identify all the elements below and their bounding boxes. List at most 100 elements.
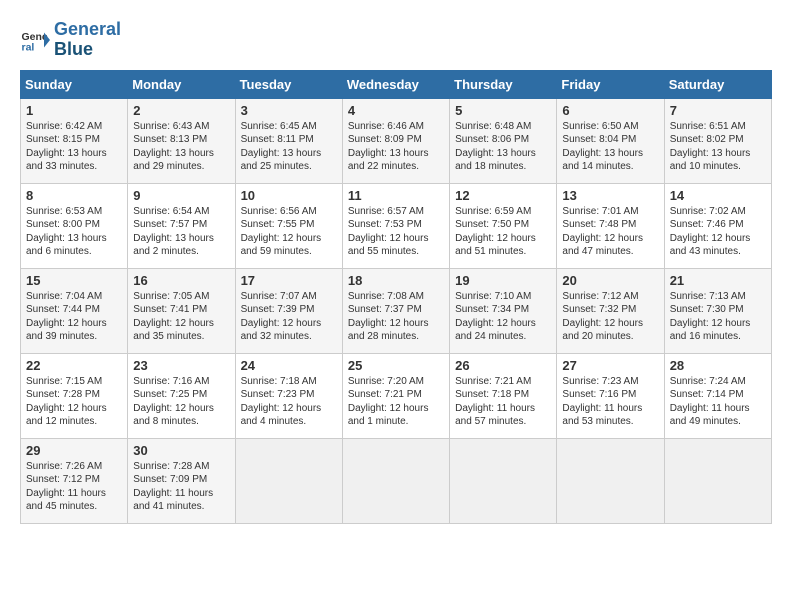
day-number: 27 (562, 358, 658, 373)
calendar-week-1: 1 Sunrise: 6:42 AM Sunset: 8:15 PM Daylig… (21, 98, 772, 183)
calendar-cell: 18 Sunrise: 7:08 AM Sunset: 7:37 PM Dayli… (342, 268, 449, 353)
calendar-cell (342, 438, 449, 523)
day-number: 29 (26, 443, 122, 458)
calendar-cell: 17 Sunrise: 7:07 AM Sunset: 7:39 PM Dayli… (235, 268, 342, 353)
calendar-cell: 2Sunrise: 6:43 AM Sunset: 8:13 PM Daylig… (128, 98, 235, 183)
calendar-cell: 19Sunrise: 7:10 AM Sunset: 7:34 PM Dayli… (450, 268, 557, 353)
day-info: Sunrise: 7:10 AM Sunset: 7:34 PM Dayligh… (455, 290, 551, 344)
weekday-sunday: Sunday (21, 70, 128, 98)
day-info: Sunrise: 6:59 AM Sunset: 7:50 PM Dayligh… (455, 205, 551, 259)
calendar-cell: 12 Sunrise: 6:59 AM Sunset: 7:50 PM Dayli… (450, 183, 557, 268)
calendar-cell: 29 Sunrise: 7:26 AM Sunset: 7:12 PM Dayli… (21, 438, 128, 523)
calendar-cell: 8Sunrise: 6:53 AM Sunset: 8:00 PM Daylig… (21, 183, 128, 268)
calendar-cell: 3Sunrise: 6:45 AM Sunset: 8:11 PM Daylig… (235, 98, 342, 183)
day-number: 20 (562, 273, 658, 288)
calendar-week-2: 8Sunrise: 6:53 AM Sunset: 8:00 PM Daylig… (21, 183, 772, 268)
calendar-cell: 9 Sunrise: 6:54 AM Sunset: 7:57 PM Daylig… (128, 183, 235, 268)
weekday-friday: Friday (557, 70, 664, 98)
day-number: 9 (133, 188, 229, 203)
calendar-cell (450, 438, 557, 523)
calendar-table: SundayMondayTuesdayWednesdayThursdayFrid… (20, 70, 772, 524)
day-info: Sunrise: 6:57 AM Sunset: 7:53 PM Dayligh… (348, 205, 444, 259)
day-number: 26 (455, 358, 551, 373)
day-info: Sunrise: 7:15 AM Sunset: 7:28 PM Dayligh… (26, 375, 122, 429)
day-info: Sunrise: 6:50 AM Sunset: 8:04 PM Dayligh… (562, 120, 658, 174)
day-number: 8 (26, 188, 122, 203)
day-number: 13 (562, 188, 658, 203)
day-info: Sunrise: 6:46 AM Sunset: 8:09 PM Dayligh… (348, 120, 444, 174)
weekday-monday: Monday (128, 70, 235, 98)
day-info: Sunrise: 7:21 AM Sunset: 7:18 PM Dayligh… (455, 375, 551, 429)
calendar-cell: 22Sunrise: 7:15 AM Sunset: 7:28 PM Dayli… (21, 353, 128, 438)
page-header: Gene ral GeneralBlue (20, 20, 772, 60)
logo-icon: Gene ral (20, 25, 50, 55)
calendar-week-4: 22Sunrise: 7:15 AM Sunset: 7:28 PM Dayli… (21, 353, 772, 438)
calendar-cell: 13 Sunrise: 7:01 AM Sunset: 7:48 PM Dayli… (557, 183, 664, 268)
day-number: 11 (348, 188, 444, 203)
logo: Gene ral GeneralBlue (20, 20, 121, 60)
calendar-cell: 1 Sunrise: 6:42 AM Sunset: 8:15 PM Daylig… (21, 98, 128, 183)
calendar-cell: 5Sunrise: 6:48 AM Sunset: 8:06 PM Daylig… (450, 98, 557, 183)
day-number: 10 (241, 188, 337, 203)
day-number: 25 (348, 358, 444, 373)
calendar-cell: 7 Sunrise: 6:51 AM Sunset: 8:02 PM Daylig… (664, 98, 771, 183)
svg-text:ral: ral (22, 41, 35, 53)
calendar-cell: 11 Sunrise: 6:57 AM Sunset: 7:53 PM Dayli… (342, 183, 449, 268)
day-number: 1 (26, 103, 122, 118)
day-info: Sunrise: 6:54 AM Sunset: 7:57 PM Dayligh… (133, 205, 229, 259)
day-info: Sunrise: 6:51 AM Sunset: 8:02 PM Dayligh… (670, 120, 766, 174)
weekday-thursday: Thursday (450, 70, 557, 98)
weekday-wednesday: Wednesday (342, 70, 449, 98)
day-info: Sunrise: 7:28 AM Sunset: 7:09 PM Dayligh… (133, 460, 229, 514)
weekday-saturday: Saturday (664, 70, 771, 98)
weekday-header-row: SundayMondayTuesdayWednesdayThursdayFrid… (21, 70, 772, 98)
day-info: Sunrise: 6:42 AM Sunset: 8:15 PM Dayligh… (26, 120, 122, 174)
day-number: 21 (670, 273, 766, 288)
day-number: 7 (670, 103, 766, 118)
day-number: 23 (133, 358, 229, 373)
calendar-week-5: 29 Sunrise: 7:26 AM Sunset: 7:12 PM Dayli… (21, 438, 772, 523)
calendar-cell: 4 Sunrise: 6:46 AM Sunset: 8:09 PM Daylig… (342, 98, 449, 183)
calendar-cell (664, 438, 771, 523)
calendar-cell: 28 Sunrise: 7:24 AM Sunset: 7:14 PM Dayli… (664, 353, 771, 438)
calendar-cell: 27 Sunrise: 7:23 AM Sunset: 7:16 PM Dayli… (557, 353, 664, 438)
day-number: 30 (133, 443, 229, 458)
day-info: Sunrise: 7:20 AM Sunset: 7:21 PM Dayligh… (348, 375, 444, 429)
day-number: 28 (670, 358, 766, 373)
day-number: 6 (562, 103, 658, 118)
calendar-cell: 30 Sunrise: 7:28 AM Sunset: 7:09 PM Dayli… (128, 438, 235, 523)
calendar-cell: 10 Sunrise: 6:56 AM Sunset: 7:55 PM Dayli… (235, 183, 342, 268)
day-info: Sunrise: 7:05 AM Sunset: 7:41 PM Dayligh… (133, 290, 229, 344)
day-info: Sunrise: 7:07 AM Sunset: 7:39 PM Dayligh… (241, 290, 337, 344)
day-number: 24 (241, 358, 337, 373)
day-info: Sunrise: 7:01 AM Sunset: 7:48 PM Dayligh… (562, 205, 658, 259)
calendar-cell: 24Sunrise: 7:18 AM Sunset: 7:23 PM Dayli… (235, 353, 342, 438)
day-number: 12 (455, 188, 551, 203)
calendar-cell (235, 438, 342, 523)
day-info: Sunrise: 7:08 AM Sunset: 7:37 PM Dayligh… (348, 290, 444, 344)
calendar-cell (557, 438, 664, 523)
day-info: Sunrise: 6:43 AM Sunset: 8:13 PM Dayligh… (133, 120, 229, 174)
day-info: Sunrise: 7:02 AM Sunset: 7:46 PM Dayligh… (670, 205, 766, 259)
day-info: Sunrise: 7:26 AM Sunset: 7:12 PM Dayligh… (26, 460, 122, 514)
day-info: Sunrise: 6:45 AM Sunset: 8:11 PM Dayligh… (241, 120, 337, 174)
calendar-cell: 23Sunrise: 7:16 AM Sunset: 7:25 PM Dayli… (128, 353, 235, 438)
calendar-cell: 21Sunrise: 7:13 AM Sunset: 7:30 PM Dayli… (664, 268, 771, 353)
day-number: 16 (133, 273, 229, 288)
calendar-cell: 16 Sunrise: 7:05 AM Sunset: 7:41 PM Dayli… (128, 268, 235, 353)
day-info: Sunrise: 7:24 AM Sunset: 7:14 PM Dayligh… (670, 375, 766, 429)
day-info: Sunrise: 6:56 AM Sunset: 7:55 PM Dayligh… (241, 205, 337, 259)
day-number: 18 (348, 273, 444, 288)
day-number: 14 (670, 188, 766, 203)
calendar-cell: 6 Sunrise: 6:50 AM Sunset: 8:04 PM Daylig… (557, 98, 664, 183)
day-number: 15 (26, 273, 122, 288)
logo-text: GeneralBlue (54, 20, 121, 60)
day-number: 17 (241, 273, 337, 288)
calendar-cell: 14 Sunrise: 7:02 AM Sunset: 7:46 PM Dayli… (664, 183, 771, 268)
calendar-week-3: 15Sunrise: 7:04 AM Sunset: 7:44 PM Dayli… (21, 268, 772, 353)
calendar-cell: 25 Sunrise: 7:20 AM Sunset: 7:21 PM Dayli… (342, 353, 449, 438)
day-info: Sunrise: 7:23 AM Sunset: 7:16 PM Dayligh… (562, 375, 658, 429)
calendar-cell: 15Sunrise: 7:04 AM Sunset: 7:44 PM Dayli… (21, 268, 128, 353)
weekday-tuesday: Tuesday (235, 70, 342, 98)
day-number: 4 (348, 103, 444, 118)
